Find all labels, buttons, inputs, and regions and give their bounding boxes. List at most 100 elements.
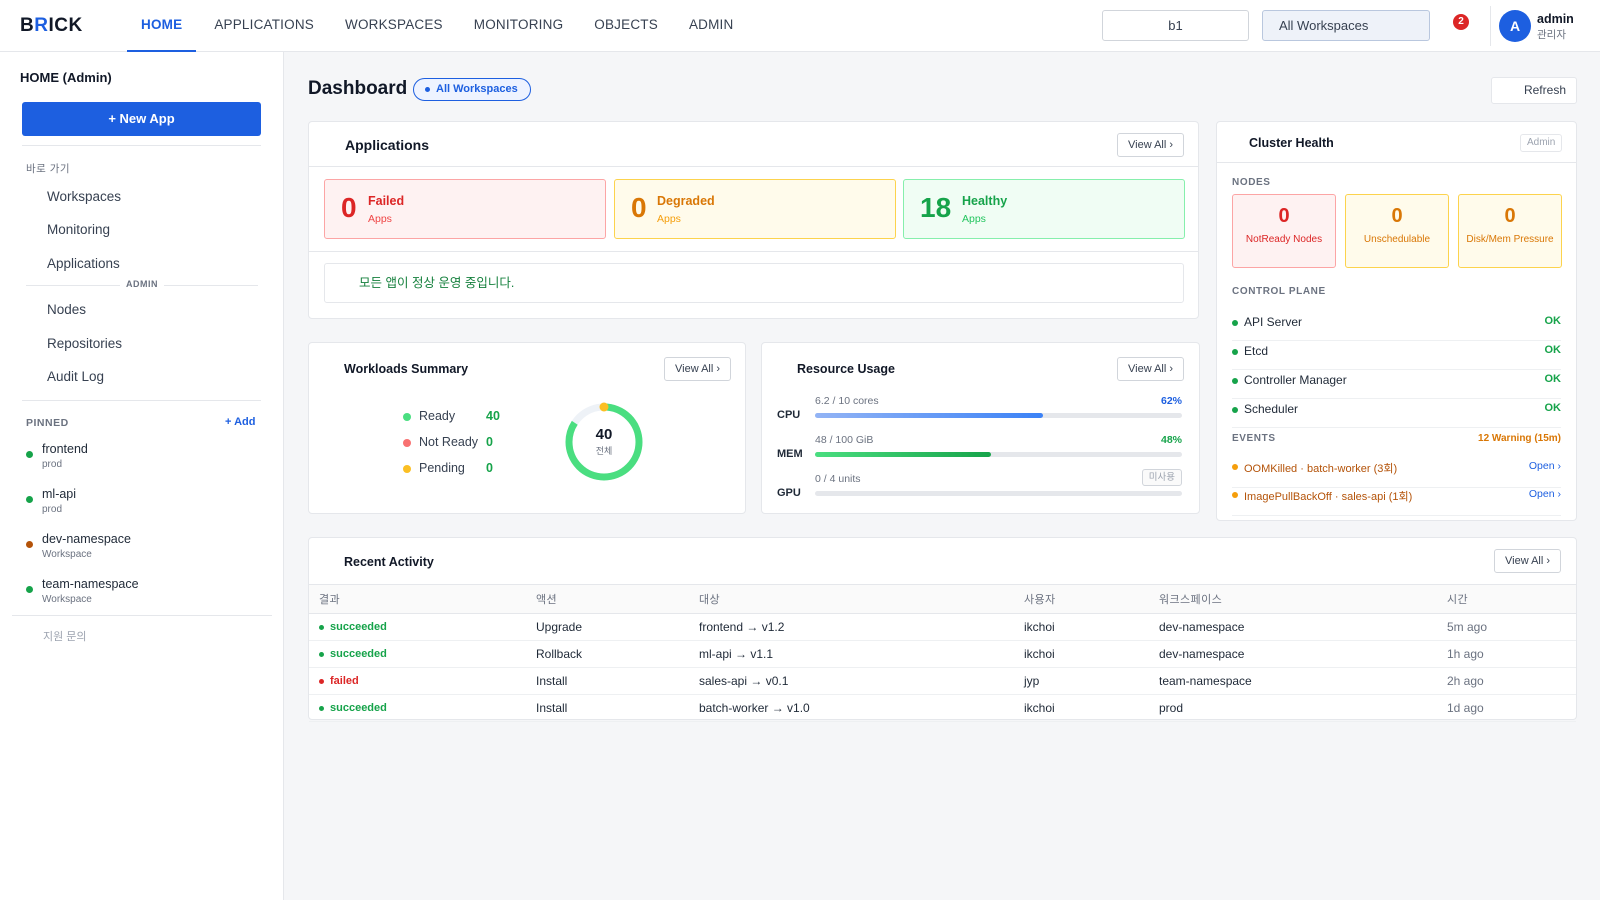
nav-monitoring[interactable]: MONITORING [461, 0, 577, 52]
page-title: Dashboard [308, 78, 408, 99]
action-cell: Rollback [526, 640, 689, 668]
logo-letter-b: B [20, 14, 35, 36]
failed-apps-sub: Apps [368, 213, 392, 225]
workspace-cell: team-namespace [1149, 667, 1437, 695]
resource-key: MEM [777, 448, 803, 460]
pinned-item-name: team-namespace [42, 577, 139, 591]
sidebar-item-repositories[interactable]: Repositories [47, 336, 122, 351]
pinned-item-sub: prod [42, 504, 63, 515]
pinned-item-team-namespace[interactable]: team-namespace Workspace [26, 577, 246, 609]
pressure-nodes-stat[interactable]: 0 Disk/Mem Pressure [1458, 194, 1562, 268]
pinned-item-name: frontend [42, 442, 88, 456]
event-open-link[interactable]: Open › [1529, 488, 1561, 500]
failed-apps-count: 0 [341, 192, 357, 223]
nav-objects[interactable]: OBJECTS [581, 0, 671, 52]
control-plane-row-etcd: Etcd OK [1232, 341, 1561, 370]
result-text: failed [330, 675, 359, 687]
component-status: OK [1544, 373, 1562, 385]
event-row: ImagePullBackOff · sales-api (1회) Open › [1232, 488, 1561, 516]
healthy-apps-stat[interactable]: 18 Healthy Apps [903, 179, 1185, 239]
unschedulable-nodes-stat[interactable]: 0 Unschedulable [1345, 194, 1449, 268]
target-cell: frontend → v1.2 [689, 613, 1014, 641]
resources-view-all-button[interactable]: View All › [1117, 357, 1185, 381]
target-cell: ml-api → v1.1 [689, 640, 1014, 668]
nav-applications[interactable]: APPLICATIONS [201, 0, 327, 52]
scope-badge: All Workspaces [413, 78, 531, 101]
action-cell: Upgrade [526, 613, 689, 641]
event-row: OOMKilled · batch-worker (3회) Open › [1232, 460, 1561, 488]
pinned-item-dev-namespace[interactable]: dev-namespace Workspace [26, 532, 246, 564]
notification-badge[interactable]: 2 [1453, 14, 1469, 30]
sidebar-divider [12, 615, 272, 616]
legend-value: 0 [486, 461, 493, 475]
cpu-usage-fill [815, 413, 1043, 418]
legend-ready: Ready 40 [403, 409, 533, 425]
nodes-section-label: NODES [1232, 177, 1271, 188]
events-summary: 12 Warning (15m) [1478, 433, 1561, 444]
logo-letters-rest: ICK [48, 14, 83, 36]
pinned-item-frontend[interactable]: frontend prod [26, 442, 246, 474]
time-cell: 1d ago [1437, 694, 1576, 722]
namespace-input[interactable]: b1 [1102, 10, 1249, 41]
card-divider [309, 251, 1198, 252]
time-cell: 5m ago [1437, 613, 1576, 641]
resource-row-mem: MEM 48 / 100 GiB 48% [777, 434, 1182, 470]
table-row[interactable]: succeeded Rollback ml-api → v1.1 ikchoi … [309, 640, 1576, 668]
cluster-health-card: Cluster Health Admin NODES 0 NotReady No… [1216, 121, 1577, 521]
legend-label: Ready [419, 409, 456, 423]
nav-admin[interactable]: ADMIN [676, 0, 747, 52]
table-row[interactable]: succeeded Upgrade frontend → v1.2 ikchoi… [309, 613, 1576, 641]
degraded-apps-stat[interactable]: 0 Degraded Apps [614, 179, 896, 239]
gpu-unused-badge: 미사용 [1141, 469, 1182, 486]
support-link[interactable]: 지원 문의 [43, 628, 87, 644]
refresh-button[interactable]: Refresh [1491, 77, 1577, 104]
user-cell: ikchoi [1014, 613, 1149, 641]
table-row[interactable]: succeeded Install batch-worker → v1.0 ik… [309, 694, 1576, 722]
unschedulable-label: Unschedulable [1363, 234, 1431, 245]
workspace-select[interactable]: All Workspaces [1262, 10, 1430, 41]
result-text: succeeded [330, 702, 387, 714]
status-dot [26, 586, 33, 593]
resource-key: CPU [777, 409, 801, 421]
sidebar-item-monitoring[interactable]: Monitoring [47, 222, 110, 237]
resource-key: GPU [777, 487, 801, 499]
legend-label: Pending [419, 461, 465, 475]
healthy-apps-sub: Apps [962, 213, 986, 225]
control-plane-section-label: CONTROL PLANE [1232, 286, 1326, 297]
event-open-link[interactable]: Open › [1529, 460, 1561, 472]
notready-nodes-count: 0 [1278, 205, 1290, 227]
workspace-cell: dev-namespace [1149, 640, 1437, 668]
user-name[interactable]: admin [1537, 12, 1574, 26]
sidebar-item-applications[interactable]: Applications [47, 256, 120, 271]
brick-logo[interactable]: BRICK [20, 15, 107, 37]
sidebar-item-audit-log[interactable]: Audit Log [47, 369, 104, 384]
result-cell: succeeded [309, 613, 526, 641]
control-plane-row-api-server: API Server OK [1232, 312, 1561, 341]
avatar[interactable]: A [1499, 10, 1531, 42]
result-cell: failed [309, 667, 526, 695]
new-app-button[interactable]: + New App [22, 102, 261, 136]
failed-apps-stat[interactable]: 0 Failed Apps [324, 179, 606, 239]
time-cell: 2h ago [1437, 667, 1576, 695]
notready-nodes-label: NotReady Nodes [1245, 234, 1323, 245]
add-pinned-button[interactable]: + Add [225, 416, 255, 428]
component-status: OK [1544, 402, 1562, 414]
table-row[interactable]: failed Install sales-api → v0.1 jyp team… [309, 667, 1576, 695]
pinned-item-ml-api[interactable]: ml-api prod [26, 487, 246, 519]
workloads-view-all-button[interactable]: View All › [664, 357, 732, 381]
applications-view-all-button[interactable]: View All › [1117, 133, 1185, 157]
status-dot [319, 624, 324, 630]
degraded-apps-label: Degraded [657, 194, 715, 208]
nav-home[interactable]: HOME [127, 0, 197, 52]
status-dot [319, 678, 324, 684]
sidebar-item-nodes[interactable]: Nodes [47, 302, 86, 317]
legend-label: Not Ready [419, 435, 479, 449]
card-divider [309, 166, 1198, 167]
applications-title: Applications [345, 137, 430, 153]
workspace-cell: prod [1149, 694, 1437, 722]
notready-nodes-stat[interactable]: 0 NotReady Nodes [1232, 194, 1336, 268]
event-text: OOMKilled · batch-worker (3회) [1244, 463, 1398, 475]
sidebar-item-workspaces[interactable]: Workspaces [47, 189, 121, 204]
nav-workspaces[interactable]: WORKSPACES [332, 0, 456, 52]
activity-view-all-button[interactable]: View All › [1494, 549, 1562, 573]
